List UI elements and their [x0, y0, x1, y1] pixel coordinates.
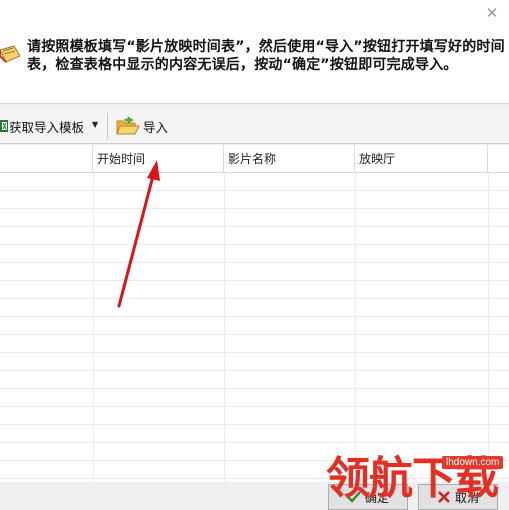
table-row[interactable] — [0, 191, 509, 209]
import-button[interactable]: 导入 — [116, 115, 168, 137]
table-row[interactable] — [0, 353, 509, 371]
get-template-button[interactable]: 获取导入模板 — [0, 115, 84, 137]
chevron-down-icon[interactable]: ▼ — [92, 117, 98, 133]
note-icon — [0, 45, 20, 63]
table-row[interactable] — [0, 389, 509, 407]
table-row[interactable] — [0, 425, 509, 443]
folder-open-icon — [116, 116, 140, 135]
table-row[interactable] — [0, 371, 509, 389]
cancel-label: 取消 — [454, 490, 479, 505]
column-header-hall[interactable]: 放映厅 — [355, 145, 488, 173]
ok-button[interactable]: 确定 — [328, 484, 408, 510]
get-template-label: 获取导入模板 — [9, 119, 85, 135]
column-header-blank[interactable] — [0, 145, 93, 173]
instruction-panel: 请按照模板填写“影片放映时间表”，然后使用“导入”按钮打开填写好的时间表，检查表… — [0, 28, 509, 104]
table-row[interactable] — [0, 173, 509, 191]
table-header: 开始时间 影片名称 放映厅 — [0, 145, 509, 173]
table-row[interactable] — [0, 263, 509, 281]
close-icon[interactable]: ✕ — [483, 4, 501, 22]
table-row[interactable] — [0, 443, 509, 461]
table-row[interactable] — [0, 245, 509, 263]
dialog-title-bar: ✕ — [0, 0, 509, 28]
check-icon — [347, 491, 361, 503]
schedule-table[interactable]: 开始时间 影片名称 放映厅 — [0, 145, 509, 482]
column-header-film-name[interactable]: 影片名称 — [224, 145, 355, 173]
table-row[interactable] — [0, 335, 509, 353]
table-row[interactable] — [0, 299, 509, 317]
ok-label: 确定 — [364, 490, 389, 505]
toolbar: 获取导入模板 ▼ 导入 — [0, 106, 509, 144]
column-header-start-time[interactable]: 开始时间 — [93, 145, 224, 173]
table-row[interactable] — [0, 227, 509, 245]
excel-icon — [0, 120, 8, 132]
table-row[interactable] — [0, 407, 509, 425]
table-row[interactable] — [0, 209, 509, 227]
instruction-text: 请按照模板填写“影片放映时间表”，然后使用“导入”按钮打开填写好的时间表，检查表… — [27, 39, 505, 73]
toolbar-separator — [107, 113, 108, 139]
import-label: 导入 — [143, 119, 169, 135]
cross-icon — [438, 491, 450, 503]
table-row[interactable] — [0, 461, 509, 479]
table-row[interactable] — [0, 317, 509, 335]
dialog-footer: 确定 取消 — [0, 482, 509, 510]
cancel-button[interactable]: 取消 — [418, 484, 498, 510]
table-row[interactable] — [0, 281, 509, 299]
table-body[interactable] — [0, 173, 509, 482]
